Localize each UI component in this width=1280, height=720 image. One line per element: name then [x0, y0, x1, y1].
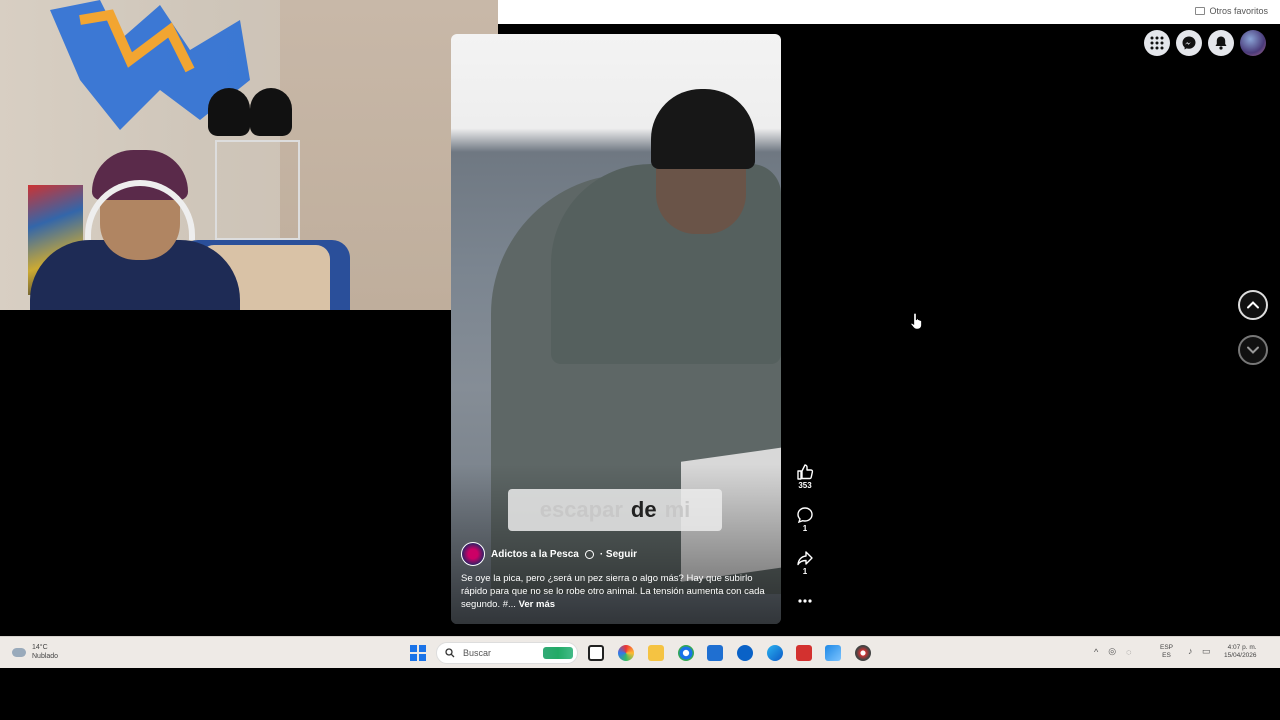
follow-button[interactable]: · Seguir [600, 549, 637, 560]
author-name[interactable]: Adictos a la Pesca [491, 549, 579, 560]
subtitle-word: escapar [539, 497, 623, 522]
comment-bubble-icon [797, 507, 813, 524]
clock-date: 15/04/2026 [1224, 652, 1257, 659]
shares-count: 1 [802, 567, 808, 576]
system-clock[interactable]: 4:07 p. m. 15/04/2026 [1224, 644, 1257, 660]
system-tray: ^ ◎ ◌ [1094, 646, 1131, 657]
subtitle-word-active: de [630, 497, 657, 522]
globe-icon [584, 549, 594, 559]
windows-taskbar: 14°C Nublado Buscar ^ ◎ ◌ ESP ES ♪ ▭ 4:0… [0, 636, 1280, 668]
apps-grid-button[interactable] [1144, 30, 1170, 56]
other-favorites-label: Otros favoritos [1209, 6, 1268, 16]
video-subtitle: escapar de mi [508, 489, 722, 531]
volume-icon[interactable]: ♪ [1188, 646, 1193, 656]
clock-time: 4:07 p. m. [1227, 644, 1257, 651]
more-dots-icon [798, 599, 812, 603]
location-tray-icon[interactable]: ◌ [1126, 647, 1131, 657]
mail-icon[interactable] [825, 645, 841, 661]
hp-icon[interactable] [737, 645, 753, 661]
next-reel-button[interactable] [1238, 335, 1268, 365]
author-avatar[interactable] [461, 542, 485, 566]
more-options-button[interactable] [790, 592, 820, 610]
reel-video[interactable]: escapar de mi Adictos a la Pesca · Segui… [451, 34, 781, 624]
search-placeholder: Buscar [463, 648, 492, 658]
description-text: Se oye la pica, pero ¿será un pez sierra… [461, 573, 765, 610]
start-button[interactable] [410, 645, 426, 661]
notifications-button[interactable] [1208, 30, 1234, 56]
weather-temp: 14°C [32, 644, 48, 651]
comment-button[interactable]: 1 [790, 506, 820, 533]
weather-widget[interactable]: 14°C Nublado [12, 643, 58, 661]
task-view-icon[interactable] [588, 645, 604, 661]
mcafee-icon[interactable] [796, 645, 812, 661]
apps-grid-icon [1150, 36, 1164, 50]
comments-count: 1 [802, 524, 808, 533]
subtitle-word: mi [664, 497, 691, 522]
folder-icon [1195, 7, 1206, 15]
messenger-button[interactable] [1176, 30, 1202, 56]
cloud-icon [12, 647, 26, 657]
language-indicator[interactable]: ESP ES [1160, 644, 1173, 660]
lang-line-1: ESP [1160, 644, 1174, 651]
notifications-bell-icon [1215, 36, 1227, 50]
chrome-icon[interactable] [678, 645, 694, 661]
other-favorites-link[interactable]: Otros favoritos [1195, 6, 1268, 16]
lang-line-2: ES [1162, 652, 1171, 659]
chevron-down-icon [1247, 346, 1259, 354]
like-button[interactable]: 353 [790, 463, 820, 490]
network-tray-icon[interactable]: ◎ [1108, 646, 1116, 657]
search-icon [445, 648, 455, 658]
taskbar-search[interactable]: Buscar [436, 642, 578, 664]
webcam-overlay [0, 0, 498, 310]
share-button[interactable]: 1 [790, 549, 820, 576]
weather-desc: Nublado [32, 653, 59, 660]
messenger-icon [1182, 36, 1196, 50]
copilot-icon[interactable] [618, 645, 634, 661]
file-explorer-icon[interactable] [648, 645, 664, 661]
search-highlight-image [543, 647, 573, 659]
reel-description: Se oye la pica, pero ¿será un pez sierra… [461, 572, 766, 611]
profile-avatar[interactable] [1240, 30, 1266, 56]
edge-icon[interactable] [767, 645, 783, 661]
store-icon[interactable] [707, 645, 723, 661]
bookmarks-bar: Otros favoritos [498, 0, 1280, 24]
share-arrow-icon [797, 551, 813, 566]
previous-reel-button[interactable] [1238, 290, 1268, 320]
screen: Otros favoritos escapar de mi Adictos a … [0, 0, 1280, 720]
battery-icon[interactable]: ▭ [1202, 646, 1211, 657]
likes-count: 353 [798, 481, 812, 490]
app-icon[interactable] [855, 645, 871, 661]
hand-cursor-icon [910, 312, 923, 330]
see-more-link[interactable]: Ver más [519, 599, 555, 610]
author-row: Adictos a la Pesca · Seguir [461, 542, 637, 566]
chevron-up-icon [1247, 301, 1259, 309]
chevron-up-icon[interactable]: ^ [1094, 647, 1098, 657]
thumbs-up-icon [797, 464, 814, 480]
